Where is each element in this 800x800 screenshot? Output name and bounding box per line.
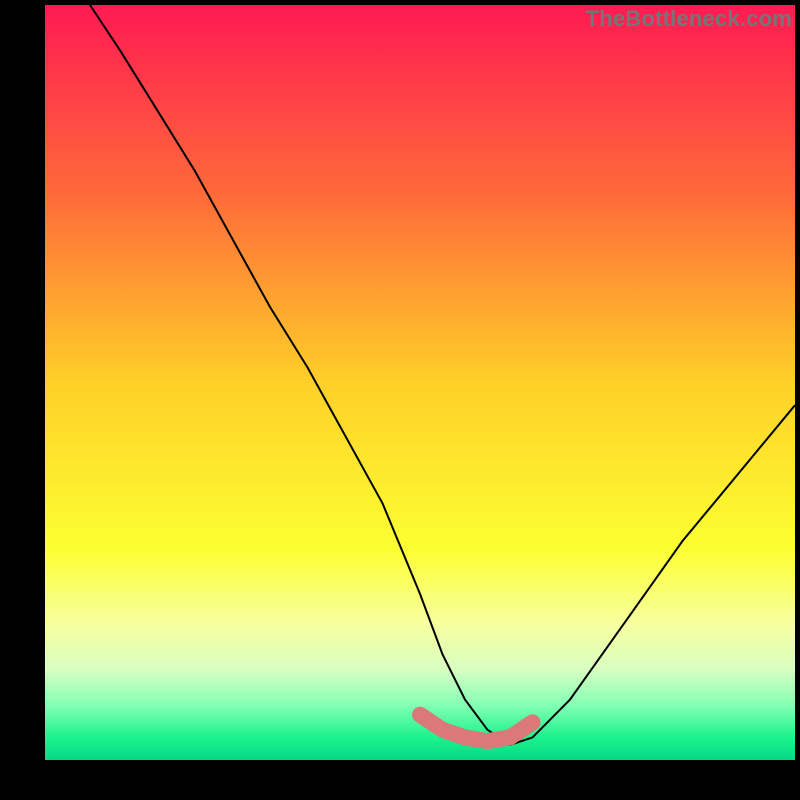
bottleneck-chart	[0, 0, 800, 800]
watermark-text: TheBottleneck.com	[586, 6, 792, 32]
chart-frame: TheBottleneck.com	[0, 0, 800, 800]
gradient-background	[45, 5, 795, 760]
